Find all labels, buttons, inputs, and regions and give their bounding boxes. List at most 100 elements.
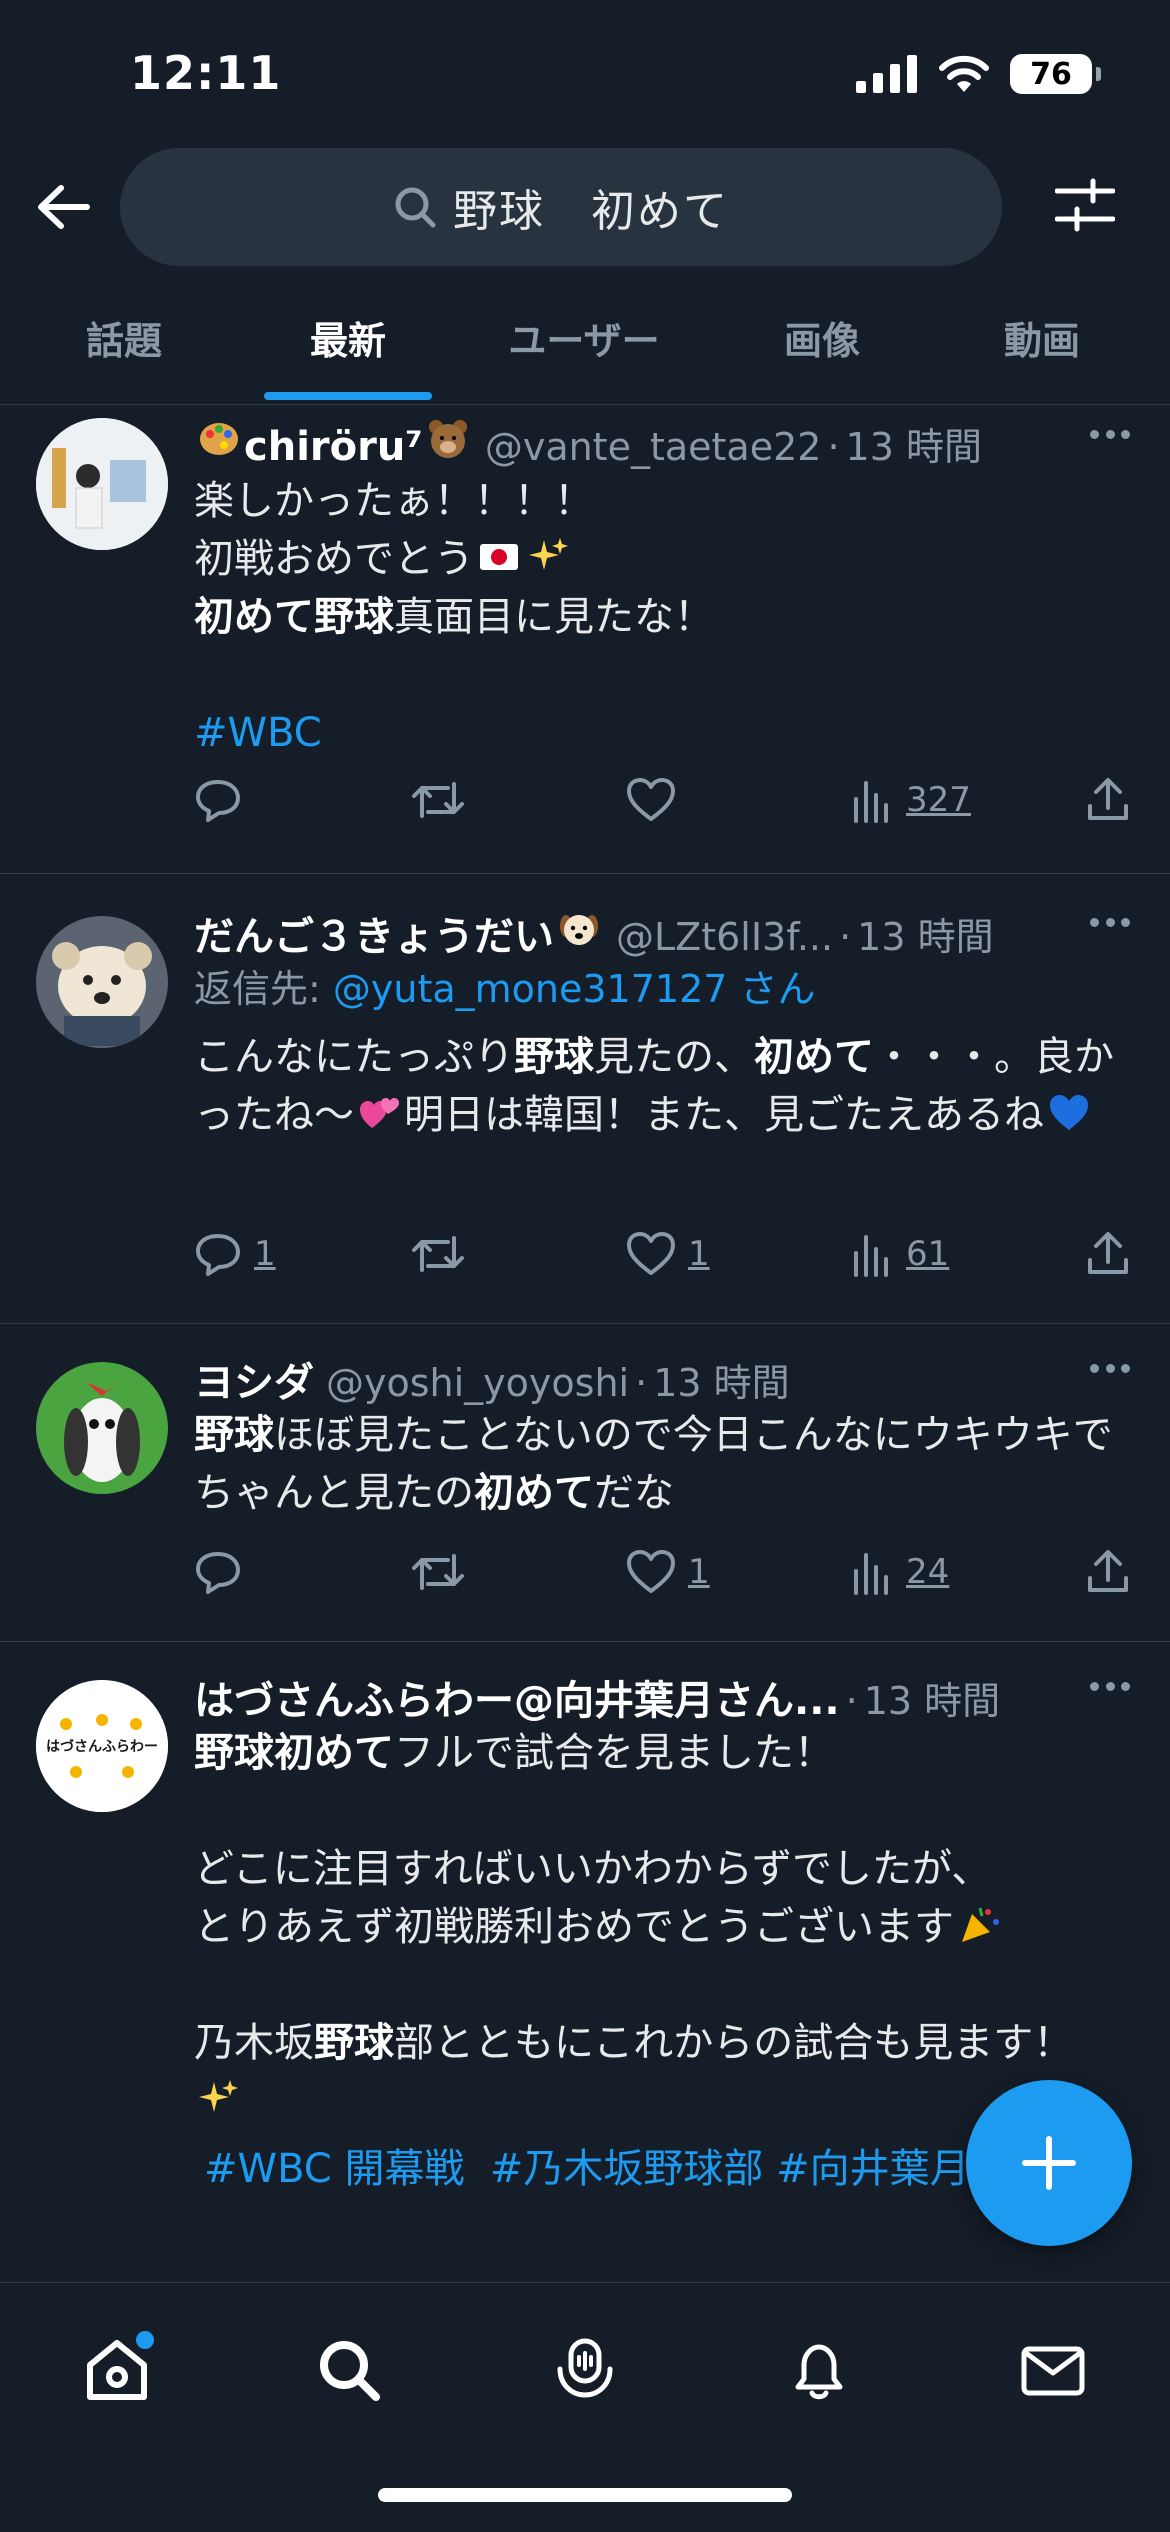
wifi-icon [939, 55, 989, 92]
retweet-button[interactable] [410, 1542, 478, 1602]
tweet-time[interactable]: 13 時間 [864, 1670, 1000, 1725]
bell-icon [795, 2344, 843, 2400]
active-tab-indicator [264, 392, 432, 400]
home-indicator [378, 2488, 792, 2502]
nav-messages[interactable] [1008, 2325, 1098, 2415]
avatar-image [36, 1362, 168, 1494]
share-button[interactable] [1084, 770, 1132, 830]
tweet[interactable]: だんご３きょうだい @LZt6lI3f... · 13 時間 返信先: @yut… [0, 874, 1170, 1324]
nav-spaces[interactable] [540, 2325, 630, 2415]
tweet-time[interactable]: 13 時間 [653, 1352, 789, 1407]
display-name[interactable]: だんご３きょうだい [194, 904, 554, 962]
search-header: 野球 初めて [0, 140, 1170, 270]
tab-videos[interactable]: 動画 [1004, 310, 1080, 365]
tab-photos[interactable]: 画像 [784, 310, 860, 365]
spaces-microphone-icon [557, 2338, 613, 2398]
like-button[interactable]: 1 [626, 1542, 710, 1602]
reply-to-handle-link[interactable]: @yuta_mone317127 さん [333, 967, 816, 1011]
sparkles-emoji-icon [199, 2080, 238, 2112]
tweet-text: 野球初めてフルで試合を見ました！ どこに注目すればいいかわからずでしたが、 とり… [194, 1724, 1140, 2130]
blue-heart-emoji-icon [1050, 1095, 1088, 1130]
share-button[interactable] [1084, 1224, 1132, 1284]
retweet-icon [412, 1554, 464, 1590]
nav-home[interactable] [72, 2325, 162, 2415]
hashtag-link[interactable]: #WBC [194, 710, 322, 756]
more-options-button[interactable] [1090, 1364, 1130, 1376]
reply-button[interactable]: 1 [194, 1224, 276, 1284]
retweet-button[interactable] [410, 1224, 478, 1284]
reply-icon [196, 1234, 240, 1276]
retweet-icon [412, 1236, 464, 1272]
nav-notifications[interactable] [774, 2325, 864, 2415]
views-button[interactable]: 327 [850, 770, 971, 830]
more-options-button[interactable] [1090, 918, 1130, 930]
search-settings-button[interactable] [1050, 170, 1120, 240]
more-options-button[interactable] [1090, 1682, 1130, 1694]
reply-icon [196, 780, 240, 822]
more-options-button[interactable] [1090, 430, 1130, 442]
tweet[interactable]: ヨシダ @yoshi_yoyoshi · 13 時間 野球ほぼ見たことないので今… [0, 1324, 1170, 1642]
display-name[interactable]: はづさんふらわー@向井葉月さん... [194, 1668, 840, 1726]
views-button[interactable]: 24 [850, 1542, 949, 1602]
tab-top[interactable]: 話題 [86, 310, 162, 365]
like-button[interactable] [626, 770, 688, 830]
display-name[interactable]: chiröru⁷ [244, 424, 423, 470]
tweet-text: 野球ほぼ見たことないので今日こんなにウキウキでちゃんと見たの初めてだな [194, 1412, 1113, 1516]
avatar[interactable]: はづさんふらわー [36, 1680, 168, 1812]
hashtag-links[interactable]: #WBC 開幕戦 #乃木坂野球部 #向井葉月 [204, 2146, 970, 2192]
back-button[interactable] [28, 172, 98, 242]
view-count: 327 [906, 780, 971, 820]
search-icon [320, 2341, 380, 2401]
share-button[interactable] [1084, 1542, 1132, 1602]
avatar[interactable] [36, 916, 168, 1048]
nav-search[interactable] [304, 2325, 394, 2415]
home-notification-dot [136, 2331, 154, 2349]
status-bar: 12:11 76 [0, 0, 1170, 140]
tweet-time[interactable]: 13 時間 [846, 416, 982, 471]
heart-icon [627, 1232, 675, 1275]
tweet-actions: 1 24 [194, 1542, 1134, 1602]
user-handle[interactable]: @LZt6lI3f... [616, 915, 833, 959]
avatar[interactable] [36, 1362, 168, 1494]
tweet-text: こんなにたっぷり野球見たの、初めて・・・。良かったね〜 明日は韓国！また、見ごたえ… [194, 1034, 1114, 1138]
battery-indicator: 76 [1010, 54, 1101, 94]
view-count: 24 [906, 1552, 950, 1592]
tweet[interactable]: chiröru⁷ @vante_taetae22 · 13 時間 楽しかったぁ！… [0, 406, 1170, 874]
reply-icon [196, 1552, 240, 1594]
status-icons: 76 [856, 54, 1101, 94]
reply-button[interactable] [194, 1542, 254, 1602]
user-handle[interactable]: @vante_taetae22 [485, 425, 822, 469]
analytics-icon [854, 1553, 888, 1595]
dog-emoji-icon [560, 915, 598, 945]
tweet-feed[interactable]: chiröru⁷ @vante_taetae22 · 13 時間 楽しかったぁ！… [0, 406, 1170, 2282]
tweet-time[interactable]: 13 時間 [857, 906, 993, 961]
share-icon [1088, 778, 1128, 820]
retweet-button[interactable] [410, 770, 478, 830]
views-button[interactable]: 61 [850, 1224, 949, 1284]
analytics-icon [854, 1235, 888, 1277]
palette-emoji-icon [200, 423, 238, 455]
tab-people[interactable]: ユーザー [508, 310, 659, 365]
like-button[interactable]: 1 [626, 1224, 710, 1284]
tweet-text: 楽しかったぁ！！！！ 初戦おめでとう 初めて野球真面目に見たな！ #WBC [194, 478, 714, 756]
search-query: 野球 初めて [453, 186, 729, 237]
signal-icon [856, 55, 917, 93]
replying-to: 返信先: @yuta_mone317127 さん [194, 967, 816, 1011]
heart-icon [627, 778, 675, 821]
share-icon [1088, 1232, 1128, 1274]
reply-button[interactable] [194, 770, 254, 830]
search-icon [395, 187, 436, 228]
compose-tweet-button[interactable] [966, 2080, 1132, 2246]
avatar[interactable] [36, 418, 168, 550]
envelope-icon [1021, 2346, 1085, 2396]
sparkles-emoji-icon [529, 538, 568, 570]
search-tabs: 話題 最新 ユーザー 画像 動画 [0, 290, 1170, 405]
user-handle[interactable]: @yoshi_yoyoshi [326, 1361, 629, 1405]
display-name[interactable]: ヨシダ [194, 1350, 314, 1408]
search-input[interactable]: 野球 初めて [120, 148, 1002, 266]
party-popper-emoji-icon [962, 1907, 999, 1942]
avatar-image [36, 418, 168, 550]
tab-latest[interactable]: 最新 [310, 310, 386, 365]
heart-icon [627, 1550, 675, 1593]
two-hearts-emoji-icon [360, 1098, 399, 1128]
